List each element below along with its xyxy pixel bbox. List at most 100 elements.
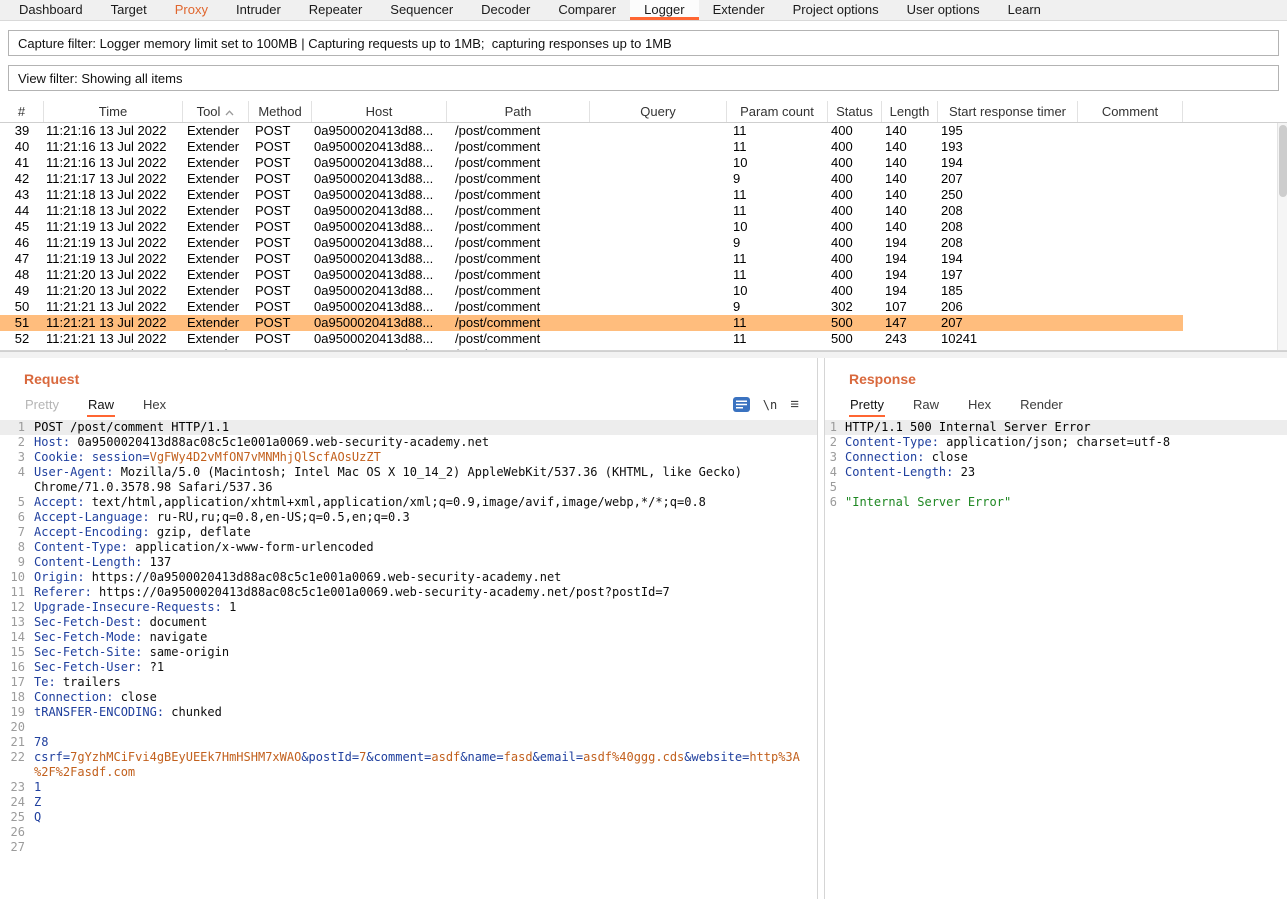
cell-path: /post/comment — [447, 171, 590, 187]
column-header-time[interactable]: Time — [44, 101, 183, 122]
code-text: Accept: text/html,application/xhtml+xml,… — [34, 495, 817, 510]
cell-length: 107 — [882, 299, 938, 315]
menu-tab-user-options[interactable]: User options — [893, 0, 994, 20]
cell-num: 40 — [0, 139, 44, 155]
cell-comment — [1078, 155, 1183, 171]
cell-time: 11:21:19 13 Jul 2022 — [44, 235, 183, 251]
table-row[interactable]: 4911:21:20 13 Jul 2022ExtenderPOST0a9500… — [0, 283, 1183, 299]
column-header-filler — [1183, 101, 1287, 122]
column-header-num[interactable]: # — [0, 101, 44, 122]
cell-tool: Extender — [183, 187, 249, 203]
token: Mozilla/5.0 (Macintosh; Intel Mac OS X 1… — [34, 465, 749, 494]
cell-param-count: 11 — [727, 251, 828, 267]
menu-tab-extender[interactable]: Extender — [699, 0, 779, 20]
column-header-param-count[interactable]: Param count — [727, 101, 828, 122]
table-row[interactable]: 4511:21:19 13 Jul 2022ExtenderPOST0a9500… — [0, 219, 1183, 235]
table-scrollbar-thumb[interactable] — [1279, 125, 1287, 197]
code-text — [34, 720, 817, 735]
menu-tab-intruder[interactable]: Intruder — [222, 0, 295, 20]
cell-start-response-timer: 232 — [938, 347, 1078, 351]
show-newlines-icon[interactable]: \n — [763, 398, 777, 412]
horizontal-splitter[interactable] — [0, 351, 1287, 358]
wrap-lines-icon[interactable] — [733, 397, 750, 412]
cell-path: /post/comment — [447, 139, 590, 155]
cell-param-count: 11 — [727, 187, 828, 203]
cell-status: 500 — [828, 347, 882, 351]
table-scrollbar[interactable] — [1277, 123, 1287, 350]
token: VgFWy4D2vMfON7vMNMhjQlScfAOsUzZT — [150, 450, 381, 464]
token: Accept-Language: — [34, 510, 150, 524]
response-tab-pretty[interactable]: Pretty — [849, 393, 885, 417]
code-text — [845, 480, 1287, 495]
column-header-path[interactable]: Path — [447, 101, 590, 122]
column-label: Query — [640, 104, 675, 119]
menu-tab-decoder[interactable]: Decoder — [467, 0, 544, 20]
table-row[interactable]: 4711:21:19 13 Jul 2022ExtenderPOST0a9500… — [0, 251, 1183, 267]
log-table-header: #TimeToolMethodHostPathQueryParam countS… — [0, 101, 1287, 123]
menu-tab-target[interactable]: Target — [97, 0, 161, 20]
menu-tab-sequencer[interactable]: Sequencer — [376, 0, 467, 20]
cell-param-count: 10 — [727, 283, 828, 299]
response-editor[interactable]: 1HTTP/1.1 500 Internal Server Error2Cont… — [825, 417, 1287, 899]
menu-tab-logger[interactable]: Logger — [630, 0, 698, 20]
token: close — [113, 690, 156, 704]
column-header-host[interactable]: Host — [312, 101, 447, 122]
cell-param-count: 10 — [727, 155, 828, 171]
response-tab-raw[interactable]: Raw — [912, 393, 940, 417]
request-tab-hex[interactable]: Hex — [142, 393, 167, 417]
cell-comment — [1078, 123, 1183, 139]
column-header-length[interactable]: Length — [882, 101, 938, 122]
request-tab-raw[interactable]: Raw — [87, 393, 115, 417]
request-editor[interactable]: 1POST /post/comment HTTP/1.12Host: 0a950… — [0, 417, 817, 899]
column-header-method[interactable]: Method — [249, 101, 312, 122]
editor-menu-icon[interactable]: ≡ — [790, 397, 799, 412]
request-tab-pretty[interactable]: Pretty — [24, 393, 60, 417]
cell-host: 0a9500020413d88... — [312, 123, 447, 139]
menu-tab-project-options[interactable]: Project options — [779, 0, 893, 20]
column-header-comment[interactable]: Comment — [1078, 101, 1183, 122]
table-row[interactable]: 4611:21:19 13 Jul 2022ExtenderPOST0a9500… — [0, 235, 1183, 251]
cell-comment — [1078, 235, 1183, 251]
column-header-status[interactable]: Status — [828, 101, 882, 122]
capture-filter-bar[interactable]: Capture filter: Logger memory limit set … — [8, 30, 1279, 56]
table-row[interactable]: 4411:21:18 13 Jul 2022ExtenderPOST0a9500… — [0, 203, 1183, 219]
cell-status: 302 — [828, 299, 882, 315]
column-label: Comment — [1102, 104, 1158, 119]
table-row[interactable]: 4811:21:20 13 Jul 2022ExtenderPOST0a9500… — [0, 267, 1183, 283]
response-tab-render[interactable]: Render — [1019, 393, 1064, 417]
menu-tab-proxy[interactable]: Proxy — [161, 0, 222, 20]
cell-start-response-timer: 206 — [938, 299, 1078, 315]
cell-length: 194 — [882, 283, 938, 299]
table-row[interactable]: 4011:21:16 13 Jul 2022ExtenderPOST0a9500… — [0, 139, 1183, 155]
menu-tab-dashboard[interactable]: Dashboard — [5, 0, 97, 20]
response-tab-hex[interactable]: Hex — [967, 393, 992, 417]
code-line: 4User-Agent: Mozilla/5.0 (Macintosh; Int… — [0, 465, 817, 495]
code-text: Sec-Fetch-Mode: navigate — [34, 630, 817, 645]
column-header-query[interactable]: Query — [590, 101, 727, 122]
table-row[interactable]: 4311:21:18 13 Jul 2022ExtenderPOST0a9500… — [0, 187, 1183, 203]
menu-tab-learn[interactable]: Learn — [994, 0, 1055, 20]
table-row[interactable]: 5311:21:22 13 Jul 2022ExtenderPOST0a9500… — [0, 347, 1183, 351]
cell-method: POST — [249, 171, 312, 187]
table-row[interactable]: 5211:21:21 13 Jul 2022ExtenderPOST0a9500… — [0, 331, 1183, 347]
table-row[interactable]: 5111:21:21 13 Jul 2022ExtenderPOST0a9500… — [0, 315, 1183, 331]
cell-query — [590, 235, 727, 251]
token: same-origin — [142, 645, 229, 659]
token: application/json; charset=utf-8 — [939, 435, 1170, 449]
view-filter-bar[interactable]: View filter: Showing all items — [8, 65, 1279, 91]
cell-start-response-timer: 10241 — [938, 331, 1078, 347]
menu-tab-repeater[interactable]: Repeater — [295, 0, 376, 20]
table-row[interactable]: 4211:21:17 13 Jul 2022ExtenderPOST0a9500… — [0, 171, 1183, 187]
table-row[interactable]: 5011:21:21 13 Jul 2022ExtenderPOST0a9500… — [0, 299, 1183, 315]
cell-host: 0a9500020413d88... — [312, 203, 447, 219]
cell-query — [590, 187, 727, 203]
cell-comment — [1078, 139, 1183, 155]
cell-comment — [1078, 347, 1183, 351]
column-header-tool[interactable]: Tool — [183, 101, 249, 122]
menu-tab-comparer[interactable]: Comparer — [544, 0, 630, 20]
table-row[interactable]: 4111:21:16 13 Jul 2022ExtenderPOST0a9500… — [0, 155, 1183, 171]
table-row[interactable]: 3911:21:16 13 Jul 2022ExtenderPOST0a9500… — [0, 123, 1183, 139]
cell-start-response-timer: 250 — [938, 187, 1078, 203]
column-header-start-response-timer[interactable]: Start response timer — [938, 101, 1078, 122]
cell-tool: Extender — [183, 283, 249, 299]
